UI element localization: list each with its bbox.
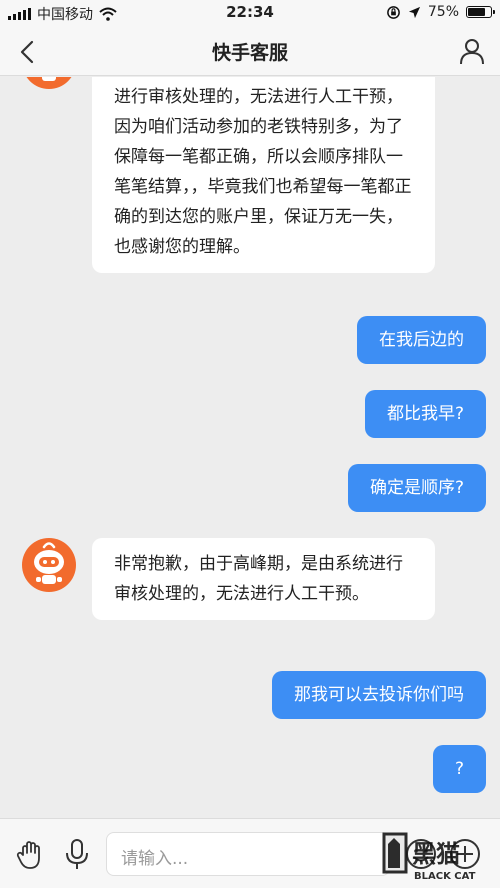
location-icon <box>408 6 420 18</box>
user-icon[interactable] <box>458 37 486 65</box>
user-message: ? <box>432 745 486 793</box>
agent-message: 非常抱歉，由于高峰期，是由系统进行审核处理的，无法进行人工干预。 <box>92 538 435 620</box>
user-message: 都比我早? <box>364 390 486 438</box>
battery-icon <box>466 6 495 18</box>
message-text: 进行审核处理的，无法进行人工干预，因为咱们活动参加的老铁特别多，为了保障每一笔都… <box>114 87 412 257</box>
message-text: 那我可以去投诉你们吗 <box>294 685 464 705</box>
microphone-icon[interactable] <box>60 837 94 871</box>
bot-avatar <box>22 77 76 89</box>
user-message: 在我后边的 <box>357 316 486 364</box>
agent-message: 进行审核处理的，无法进行人工干预，因为咱们活动参加的老铁特别多，为了保障每一笔都… <box>92 77 435 273</box>
user-message: 确定是顺序? <box>347 464 486 512</box>
bot-avatar <box>22 538 76 592</box>
robot-icon <box>34 542 64 584</box>
input-placeholder: 请输入... <box>121 849 189 869</box>
black-cat-watermark: 黑猫 BLACK CAT <box>382 832 476 882</box>
robot-icon <box>42 77 56 81</box>
message-text: 确定是顺序? <box>369 478 464 498</box>
message-text: 都比我早? <box>386 404 464 424</box>
nav-bar: 快手客服 <box>0 26 500 76</box>
message-text: ? <box>454 759 464 779</box>
user-message: 那我可以去投诉你们吗 <box>272 671 486 719</box>
page-title: 快手客服 <box>211 42 288 64</box>
watermark-cn: 黑猫 <box>412 840 460 868</box>
status-right: 75% <box>386 4 495 20</box>
battery-level <box>468 8 485 16</box>
watermark-en: BLACK CAT <box>414 871 476 882</box>
message-text: 非常抱歉，由于高峰期，是由系统进行审核处理的，无法进行人工干预。 <box>114 554 403 604</box>
hand-icon[interactable] <box>14 837 48 871</box>
input-bar: 请输入... 黑猫 BLACK CAT <box>0 818 500 888</box>
message-text: 在我后边的 <box>379 330 464 350</box>
status-bar: 中国移动 22:34 75% <box>0 0 500 26</box>
message-input[interactable]: 请输入... <box>106 832 390 876</box>
rotation-lock-icon <box>387 5 400 19</box>
battery-percent: 75% <box>427 4 459 20</box>
chat-area[interactable]: 进行审核处理的，无法进行人工干预，因为咱们活动参加的老铁特别多，为了保障每一笔都… <box>0 77 500 818</box>
